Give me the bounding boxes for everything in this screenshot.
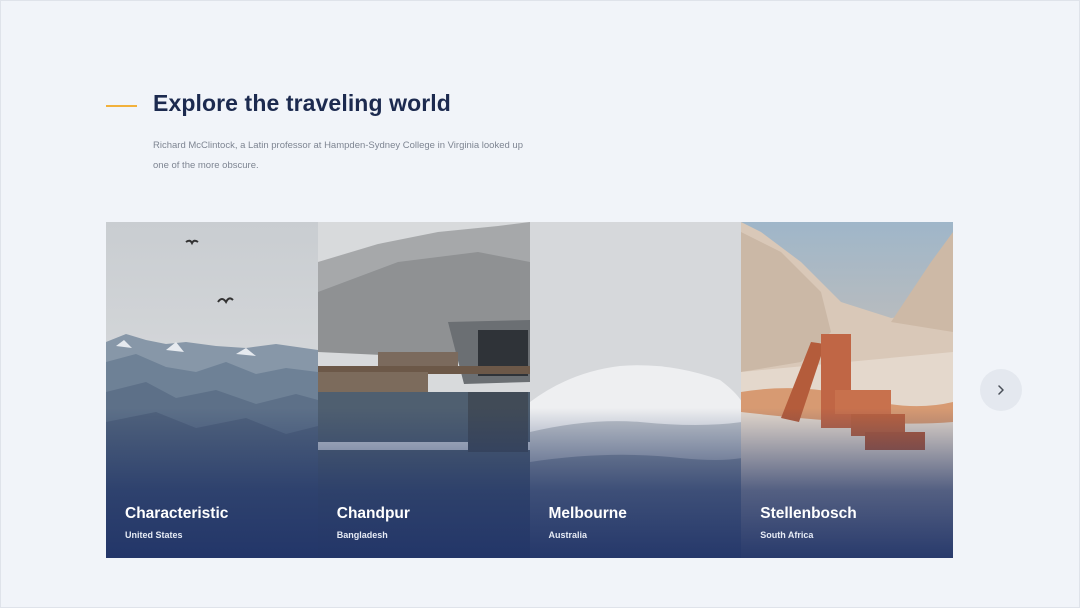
destination-name: Stellenbosch bbox=[760, 505, 857, 522]
destination-country: Australia bbox=[548, 530, 588, 540]
destination-card-melbourne[interactable]: Melbourne Australia bbox=[529, 222, 742, 558]
chevron-right-icon bbox=[998, 385, 1004, 395]
destination-name: Characteristic bbox=[125, 505, 229, 522]
destination-country: South Africa bbox=[760, 530, 814, 540]
title-accent-line bbox=[106, 105, 137, 107]
destination-card-chandpur[interactable]: Chandpur Bangladesh bbox=[317, 222, 530, 558]
destination-name: Chandpur bbox=[336, 505, 410, 522]
carousel-next-button[interactable] bbox=[980, 369, 1022, 411]
destination-country: United States bbox=[125, 530, 183, 540]
destination-gallery: Characteristic United States Chandpur Ba… bbox=[106, 222, 953, 558]
section-title: Explore the traveling world bbox=[153, 90, 451, 116]
destination-card-stellenbosch[interactable]: Stellenbosch South Africa bbox=[741, 222, 953, 558]
destination-name: Melbourne bbox=[548, 505, 627, 522]
section-description: Richard McClintock, a Latin professor at… bbox=[153, 140, 523, 171]
destination-card-characteristic[interactable]: Characteristic United States bbox=[106, 222, 318, 558]
destination-country: Bangladesh bbox=[336, 530, 388, 540]
